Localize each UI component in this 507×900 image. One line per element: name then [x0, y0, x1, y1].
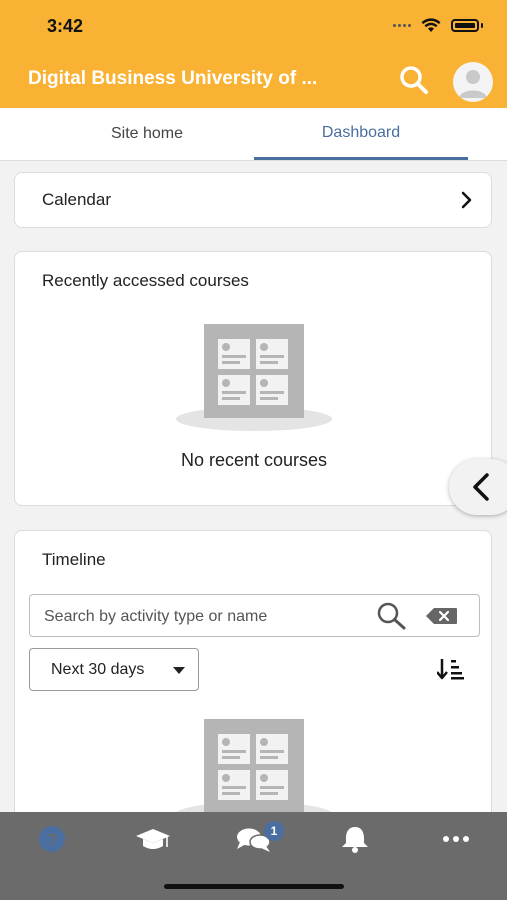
more-icon[interactable] — [436, 824, 476, 854]
recent-courses-title: Recently accessed courses — [42, 271, 249, 290]
timeline-filter-value: Next 30 days — [51, 661, 145, 678]
sort-icon[interactable] — [437, 658, 465, 680]
svg-text:?: ? — [47, 830, 57, 849]
tab-site-home[interactable]: Site home — [40, 108, 254, 160]
courses-icon[interactable] — [133, 824, 173, 854]
status-time: 3:42 — [47, 16, 84, 36]
timeline-search-box — [29, 594, 480, 638]
chevron-right-icon — [461, 191, 472, 209]
recent-courses-card: Recently accessed courses No recent cour… — [14, 251, 492, 506]
caret-down-icon — [173, 667, 185, 674]
search-icon[interactable] — [377, 602, 407, 630]
site-title: Digital Business University of ... — [28, 68, 318, 89]
chevron-left-icon — [473, 473, 489, 501]
empty-timeline-illustration — [176, 719, 332, 826]
side-panel-toggle[interactable] — [449, 459, 507, 515]
calendar-label: Calendar — [42, 190, 111, 209]
home-indicator — [164, 884, 344, 889]
notifications-icon[interactable] — [335, 824, 375, 854]
timeline-search-input[interactable] — [42, 595, 366, 638]
app-header: 3:42 Digital Business University of ... — [0, 0, 507, 108]
help-icon[interactable]: ? — [32, 824, 72, 854]
empty-courses-illustration — [176, 324, 332, 431]
main-tabs: Site home Dashboard — [0, 108, 507, 161]
messages-badge: 1 — [264, 821, 284, 841]
search-icon[interactable] — [398, 64, 430, 96]
tab-dashboard[interactable]: Dashboard — [254, 108, 468, 160]
timeline-title: Timeline — [42, 550, 106, 569]
user-avatar-icon[interactable] — [453, 62, 493, 102]
status-icons — [393, 18, 483, 33]
wifi-icon — [421, 18, 441, 32]
calendar-card[interactable]: Calendar — [14, 172, 492, 228]
clear-input-icon[interactable] — [426, 607, 458, 625]
battery-icon — [451, 19, 479, 32]
no-recent-courses-text: No recent courses — [180, 450, 328, 470]
timeline-filter-select[interactable]: Next 30 days — [29, 648, 199, 691]
signal-icon — [393, 24, 411, 27]
